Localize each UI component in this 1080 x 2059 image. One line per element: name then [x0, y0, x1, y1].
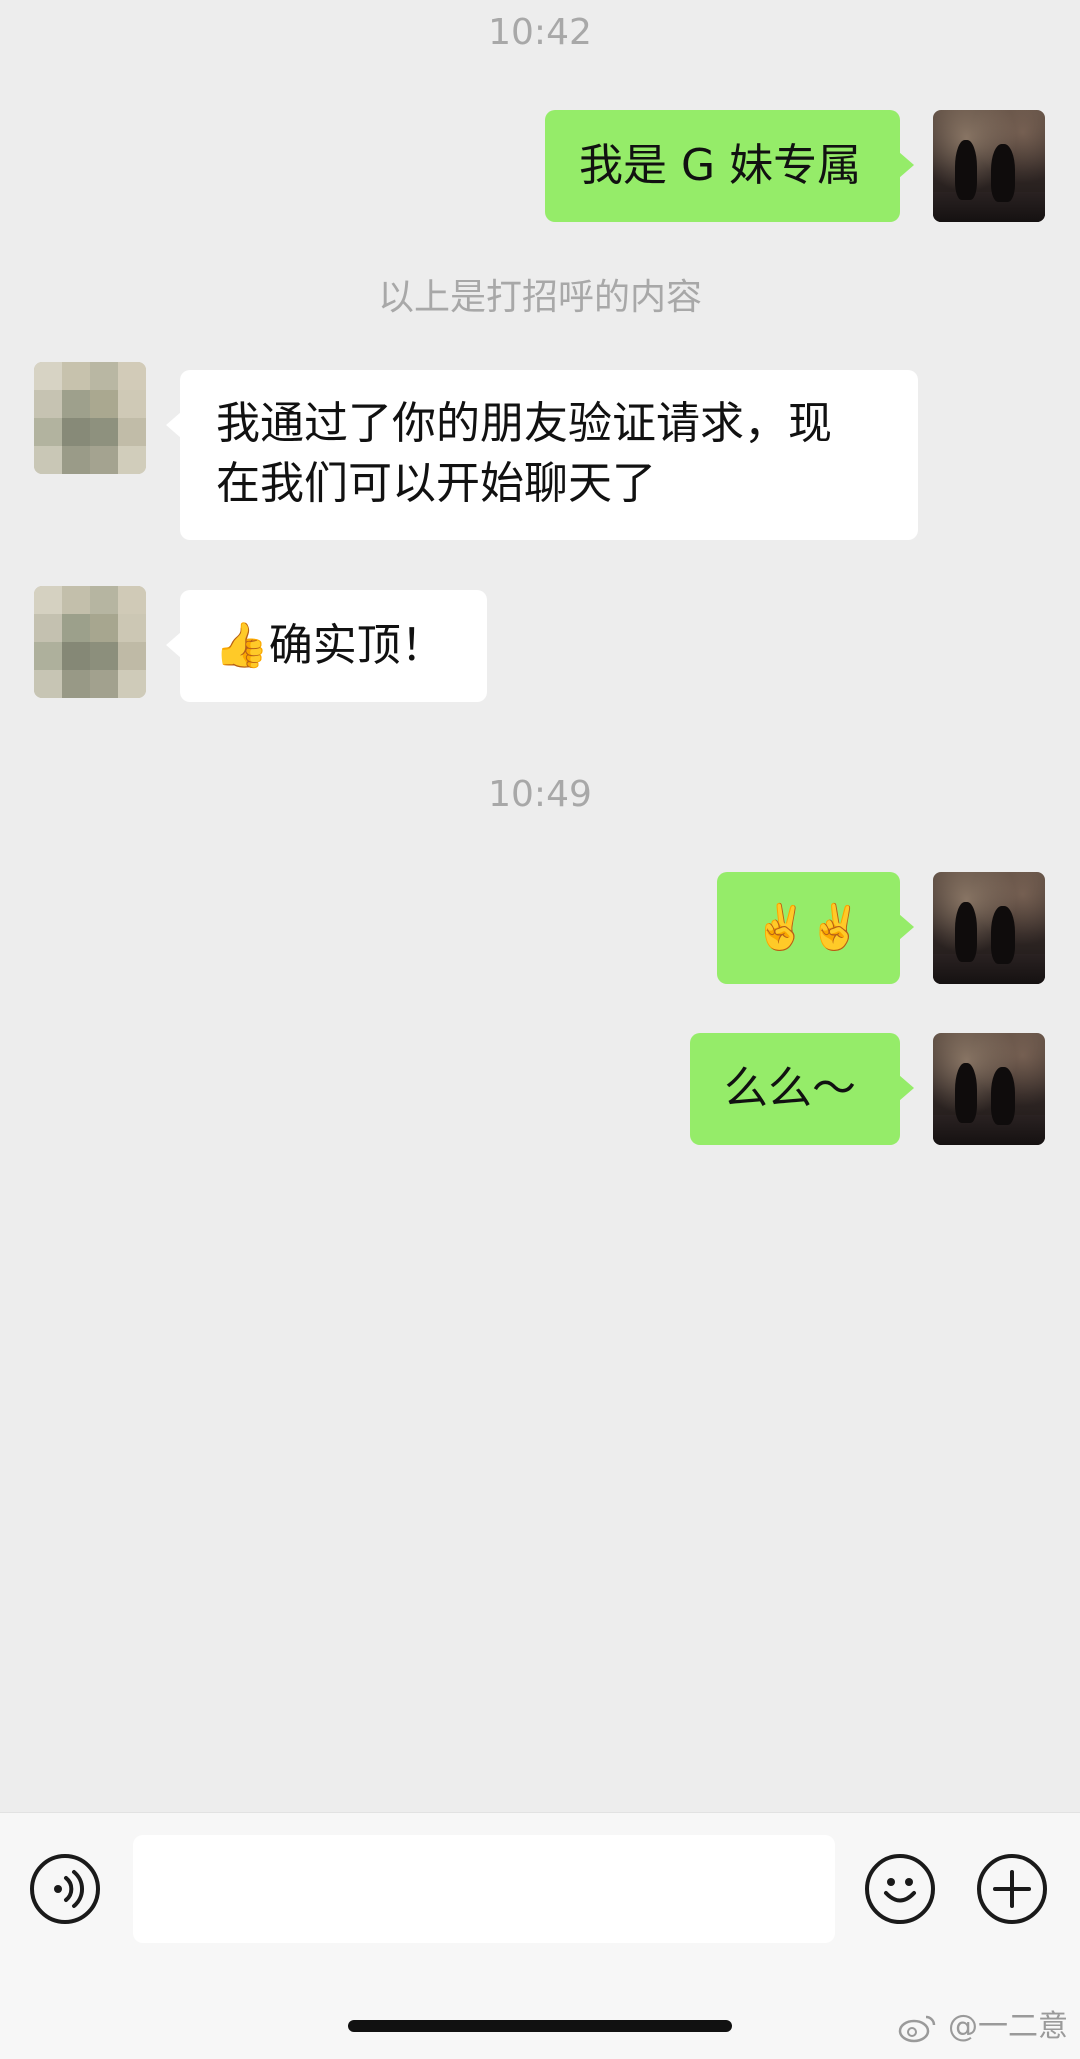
emoji-button[interactable]	[865, 1854, 935, 1924]
message-input[interactable]	[133, 1835, 835, 1943]
self-avatar[interactable]	[933, 872, 1045, 984]
home-indicator[interactable]	[348, 2020, 732, 2032]
message-text: 我通过了你的朋友验证请求，现 在我们可以开始聊天了	[216, 398, 832, 509]
system-note: 以上是打招呼的内容	[377, 277, 702, 318]
input-bar: @一二意	[0, 1812, 1080, 2059]
voice-button[interactable]	[30, 1854, 100, 1924]
message-bubble-self[interactable]: ✌️✌️	[717, 872, 914, 984]
message-bubble-contact[interactable]: 我通过了你的朋友验证请求，现 在我们可以开始聊天了	[166, 370, 918, 540]
message-text: 么么～	[724, 1063, 856, 1114]
contact-avatar[interactable]	[34, 362, 146, 474]
timestamp: 10:42	[488, 12, 592, 53]
message-text: 👍确实顶！	[214, 620, 445, 671]
self-avatar[interactable]	[933, 1033, 1045, 1145]
watermark: @一二意	[898, 2001, 1068, 2045]
message-bubble-self[interactable]: 么么～	[690, 1033, 914, 1145]
more-button[interactable]	[977, 1854, 1047, 1924]
self-avatar[interactable]	[933, 110, 1045, 222]
watermark-text: @一二意	[948, 2009, 1068, 2044]
message-text: 我是 G 妹专属	[579, 140, 862, 191]
message-bubble-contact[interactable]: 👍确实顶！	[166, 590, 487, 702]
message-bubble-self[interactable]: 我是 G 妹专属	[545, 110, 914, 222]
message-text: ✌️✌️	[753, 902, 863, 953]
smiley-icon	[884, 1878, 916, 1903]
weibo-icon	[899, 2015, 936, 2042]
plus-icon	[993, 1870, 1031, 1908]
timestamp: 10:49	[488, 774, 592, 815]
chat-screen: 10:42 我是 G 妹专属 以上是打招呼的内容 我通过了你的朋友验证请求，现 …	[0, 0, 1080, 2059]
contact-avatar[interactable]	[34, 586, 146, 698]
voice-icon	[54, 1870, 85, 1908]
